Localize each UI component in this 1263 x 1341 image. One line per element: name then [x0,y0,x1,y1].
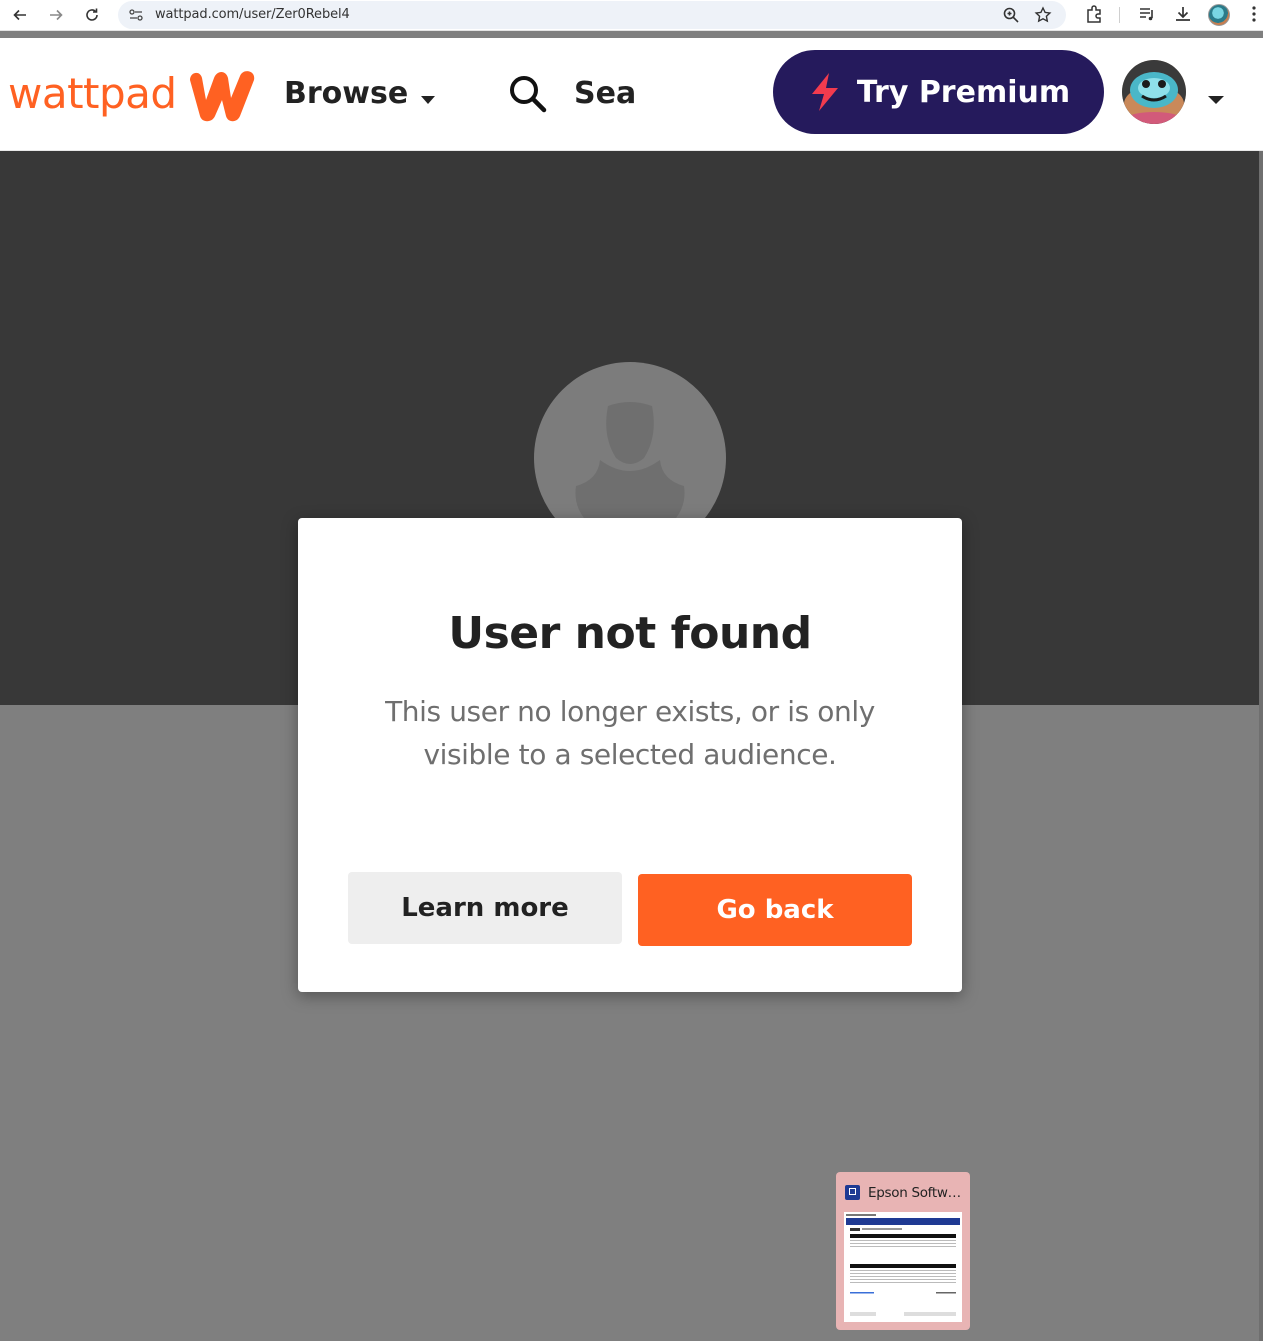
toolbar-divider [1119,7,1120,23]
user-avatar[interactable] [1122,60,1186,124]
preview-window-title: Epson Softwa... [868,1185,964,1201]
search-input[interactable] [574,76,694,111]
user-not-found-dialog: User not found This user no longer exist… [298,518,962,992]
extensions-icon[interactable] [1084,4,1104,24]
wattpad-logo-text[interactable]: wattpad [8,70,177,118]
chevron-down-icon [420,78,436,113]
page-scrollbar[interactable] [1259,151,1263,1341]
site-settings-icon[interactable] [128,7,144,23]
forward-arrow-icon[interactable] [45,4,67,26]
try-premium-button[interactable]: Try Premium [773,50,1104,134]
back-arrow-icon[interactable] [9,4,31,26]
profile-icon[interactable] [1208,4,1230,26]
dialog-message: This user no longer exists, or is only v… [385,695,875,771]
menu-dots-icon[interactable] [1246,4,1262,24]
site-header: wattpad Browse Try Premium [0,38,1263,151]
media-controls-icon[interactable] [1137,4,1157,24]
go-back-button[interactable]: Go back [638,874,912,946]
browser-toolbar: wattpad.com/user/Zer0Rebel4 [0,0,1263,31]
try-premium-label: Try Premium [856,74,1071,110]
search-icon[interactable] [508,74,548,119]
bookmark-star-icon[interactable] [1034,6,1052,24]
learn-more-button[interactable]: Learn more [348,872,622,944]
download-icon[interactable] [1173,4,1193,24]
browse-menu[interactable]: Browse [284,74,436,113]
taskbar-window-preview[interactable]: Epson Softwa... [836,1172,970,1330]
lightning-bolt-icon [807,72,843,112]
browse-label: Browse [284,76,409,111]
address-bar[interactable]: wattpad.com/user/Zer0Rebel4 [118,1,1066,29]
epson-app-icon [845,1185,860,1200]
account-menu-chevron-icon[interactable] [1207,92,1225,110]
wattpad-logo-icon[interactable] [184,66,260,129]
url-text[interactable]: wattpad.com/user/Zer0Rebel4 [155,7,350,22]
zoom-icon[interactable] [1002,6,1020,24]
preview-thumbnail[interactable] [844,1212,962,1322]
dialog-title: User not found [448,608,812,659]
reload-icon[interactable] [81,4,103,26]
